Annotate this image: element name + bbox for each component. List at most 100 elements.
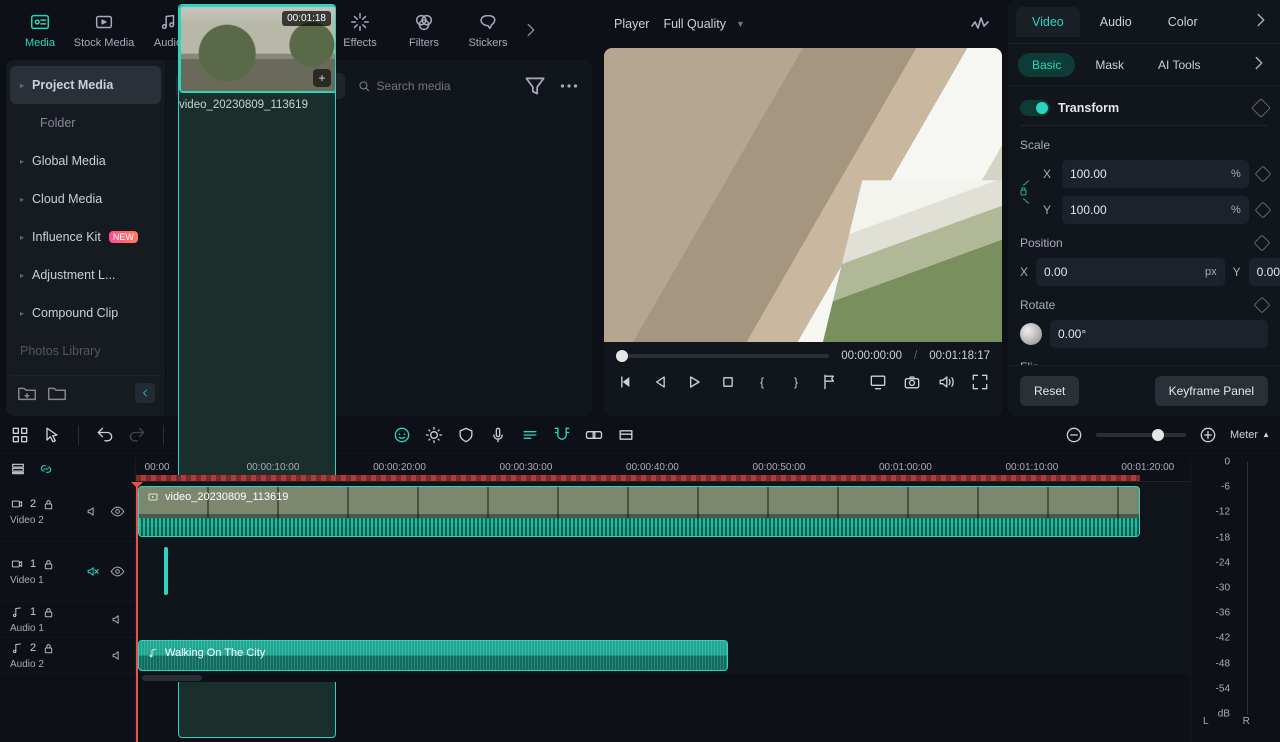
tool-grid[interactable] <box>10 425 30 445</box>
search-media[interactable] <box>353 73 514 99</box>
visibility-icon[interactable] <box>110 564 125 579</box>
transform-keyframe[interactable] <box>1251 98 1271 118</box>
search-input[interactable] <box>377 79 487 93</box>
scale-lock[interactable] <box>1020 178 1032 206</box>
player-canvas[interactable] <box>604 48 1002 342</box>
camera-button[interactable] <box>902 372 922 392</box>
zoom-knob[interactable] <box>1152 429 1164 441</box>
nav-stickers[interactable]: Stickers <box>456 11 520 49</box>
media-clip-card[interactable]: 00:01:18 + video_20230809_113619 <box>178 60 336 416</box>
sidebar-item-adjustment-layer[interactable]: ▸ Adjustment L... <box>10 256 161 294</box>
timeline-ruler[interactable]: 00:00 00:00:10:00 00:00:20:00 00:00:30:0… <box>136 458 1190 482</box>
sidebar-item-global-media[interactable]: ▸ Global Media <box>10 142 161 180</box>
fullscreen-button[interactable] <box>970 372 990 392</box>
stop-button[interactable] <box>718 372 738 392</box>
clip-audio-2[interactable]: Walking On The City <box>138 640 728 671</box>
rotate-input[interactable] <box>1058 327 1260 341</box>
screen-button[interactable] <box>868 372 888 392</box>
scale-y-keyframe[interactable] <box>1254 202 1271 219</box>
zoom-in-button[interactable] <box>1198 425 1218 445</box>
rotate-knob[interactable] <box>1020 323 1042 345</box>
mute-icon[interactable] <box>85 504 100 519</box>
nav-filters[interactable]: Filters <box>392 11 456 49</box>
scale-y-field[interactable]: % <box>1062 196 1249 224</box>
tab-audio[interactable]: Audio <box>1084 7 1148 37</box>
prev-frame-button[interactable] <box>616 372 636 392</box>
nav-effects[interactable]: Effects <box>328 11 392 49</box>
visibility-icon[interactable] <box>110 504 125 519</box>
mark-out-button[interactable]: } <box>786 372 806 392</box>
filter-button[interactable] <box>522 73 548 99</box>
clip-video-1[interactable] <box>164 547 168 595</box>
pos-x-field[interactable]: px <box>1036 258 1225 286</box>
redo-button[interactable] <box>127 425 147 445</box>
adjust-button[interactable] <box>424 425 444 445</box>
folder-button[interactable] <box>46 382 68 404</box>
subtabs-more[interactable] <box>1248 52 1270 77</box>
tool-select[interactable] <box>42 425 62 445</box>
track-lane-video-1[interactable] <box>136 542 1190 602</box>
subtab-mask[interactable]: Mask <box>1081 53 1138 77</box>
seek-knob[interactable] <box>616 350 628 362</box>
nav-stock-media[interactable]: Stock Media <box>72 11 136 49</box>
track-manage-button[interactable] <box>10 461 26 480</box>
reset-button[interactable]: Reset <box>1020 376 1079 406</box>
mute-icon[interactable] <box>110 612 125 627</box>
track-lane-video-2[interactable]: video_20230809_113619 <box>136 482 1190 542</box>
voiceover-button[interactable] <box>488 425 508 445</box>
add-to-timeline-button[interactable]: + <box>313 69 331 87</box>
track-head-video-1[interactable]: 1 Video 1 <box>0 542 135 602</box>
subtab-ai-tools[interactable]: AI Tools <box>1144 53 1214 77</box>
pos-x-input[interactable] <box>1044 265 1199 279</box>
snapshot-button[interactable] <box>968 12 992 36</box>
mark-in-button[interactable]: { <box>752 372 772 392</box>
nav-more-chevron[interactable] <box>520 19 542 41</box>
sidebar-item-cloud-media[interactable]: ▸ Cloud Media <box>10 180 161 218</box>
track-lane-audio-1[interactable] <box>136 602 1190 638</box>
sidebar-item-project-media[interactable]: ▸ Project Media <box>10 66 161 104</box>
pos-y-field[interactable]: px <box>1249 258 1280 286</box>
tabs-more[interactable] <box>1250 9 1272 34</box>
subtab-basic[interactable]: Basic <box>1018 53 1075 77</box>
sidebar-item-influence-kit[interactable]: ▸ Influence Kit NEW <box>10 218 161 256</box>
sidebar-item-folder[interactable]: Folder <box>10 104 161 142</box>
mute-icon[interactable] <box>110 648 125 663</box>
sidebar-item-photos-library[interactable]: Photos Library <box>10 332 161 370</box>
zoom-slider[interactable] <box>1096 433 1186 437</box>
nav-media[interactable]: Media <box>8 11 72 49</box>
rotate-keyframe[interactable] <box>1254 297 1271 314</box>
play-backward-button[interactable] <box>650 372 670 392</box>
volume-button[interactable] <box>936 372 956 392</box>
reframe-button[interactable] <box>616 425 636 445</box>
track-lane-audio-2[interactable]: Walking On The City <box>136 638 1190 674</box>
clip-video-2[interactable]: video_20230809_113619 <box>138 486 1140 537</box>
link-button[interactable] <box>584 425 604 445</box>
track-head-audio-1[interactable]: 1Audio 1 <box>0 602 135 638</box>
play-button[interactable] <box>684 372 704 392</box>
sidebar-item-compound-clip[interactable]: ▸ Compound Clip <box>10 294 161 332</box>
quality-dropdown[interactable]: Full Quality ▼ <box>663 17 744 31</box>
position-keyframe[interactable] <box>1254 235 1271 252</box>
transform-toggle[interactable] <box>1020 100 1050 116</box>
undo-button[interactable] <box>95 425 115 445</box>
scale-y-input[interactable] <box>1070 203 1225 217</box>
ai-button[interactable] <box>392 425 412 445</box>
track-link-button[interactable] <box>38 461 54 480</box>
scale-x-keyframe[interactable] <box>1254 166 1271 183</box>
track-head-video-2[interactable]: 2 Video 2 <box>0 482 135 542</box>
playhead[interactable] <box>136 482 138 742</box>
rotate-field[interactable] <box>1050 320 1268 348</box>
scale-x-input[interactable] <box>1070 167 1225 181</box>
keyframe-panel-button[interactable]: Keyframe Panel <box>1155 376 1268 406</box>
collapse-sidebar-button[interactable] <box>135 383 155 403</box>
mute-icon[interactable] <box>85 564 100 579</box>
tab-video[interactable]: Video <box>1016 7 1080 37</box>
magnet-button[interactable] <box>552 425 572 445</box>
pos-y-input[interactable] <box>1257 265 1280 279</box>
timeline-scrollbar[interactable] <box>136 674 1190 682</box>
zoom-out-button[interactable] <box>1064 425 1084 445</box>
marker-tool[interactable] <box>456 425 476 445</box>
new-folder-button[interactable] <box>16 382 38 404</box>
caption-button[interactable] <box>520 425 540 445</box>
marker-button[interactable] <box>820 372 840 392</box>
